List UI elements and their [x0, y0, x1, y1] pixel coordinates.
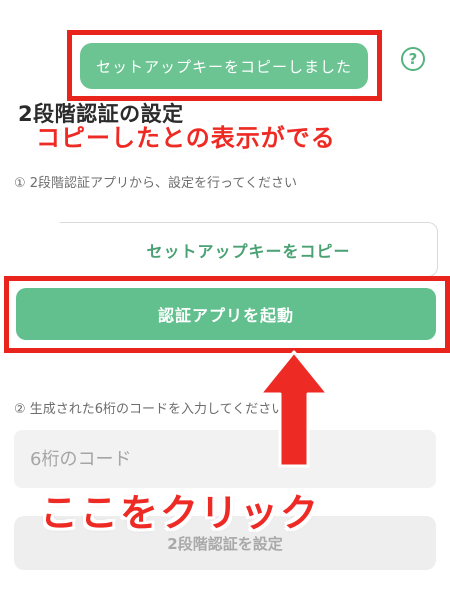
- launch-highlight-frame: [4, 276, 450, 353]
- step2-instruction: ② 生成された6桁のコードを入力してください: [14, 402, 285, 417]
- up-arrow-icon: [258, 350, 330, 468]
- step1-instruction: ① 2段階認証アプリから、設定を行ってください: [14, 176, 298, 191]
- copy-setup-key-button[interactable]: セットアップキーをコピー: [60, 222, 438, 277]
- code-input[interactable]: [14, 430, 436, 488]
- toast-highlight-frame: [67, 30, 382, 101]
- annotation-click-here: ここをクリック: [40, 491, 321, 535]
- annotation-copied-message: コピーしたとの表示がでる: [36, 124, 336, 152]
- help-icon[interactable]: ?: [401, 47, 425, 71]
- help-glyph: ?: [408, 50, 418, 68]
